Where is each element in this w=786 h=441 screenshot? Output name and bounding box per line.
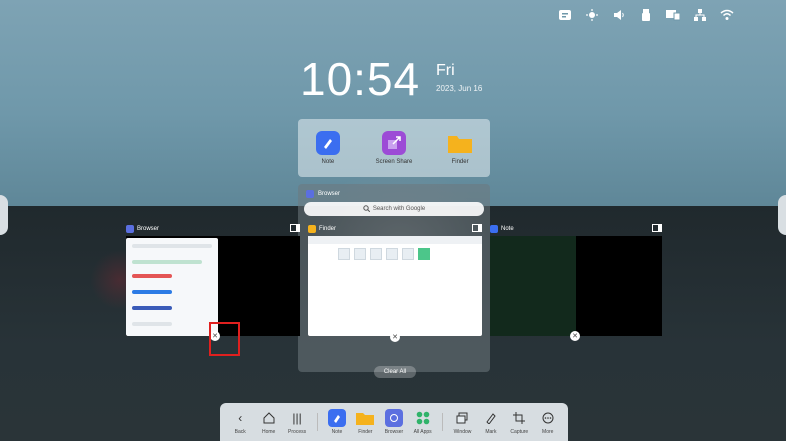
- split-screen-icon[interactable]: [472, 224, 482, 234]
- dock-label: All Apps: [413, 429, 432, 435]
- panel-title-text: Browser: [318, 191, 341, 197]
- note-thumbnail: [490, 236, 576, 336]
- close-icon: ✕: [572, 333, 578, 340]
- browser-icon: [306, 190, 314, 198]
- card-title: Browser: [137, 226, 160, 232]
- dock: ‹ Back Home ||| Process Note Finder Brow…: [220, 403, 568, 441]
- dock-capture[interactable]: Capture: [510, 409, 528, 435]
- dock-label: Mark: [485, 429, 497, 435]
- dock-separator: [316, 413, 318, 431]
- card-title: Finder: [319, 226, 337, 232]
- note-icon: [315, 131, 340, 155]
- finder-thumbnail: [308, 236, 482, 336]
- status-bar: [558, 8, 734, 22]
- dock-window[interactable]: Window: [453, 409, 471, 435]
- dock-label: Capture: [510, 429, 529, 435]
- browser-thumbnail: [126, 238, 218, 336]
- browser-panel-title: Browser: [306, 190, 340, 198]
- split-screen-icon[interactable]: [290, 224, 300, 234]
- card-header: Browser: [126, 224, 300, 234]
- dock-back[interactable]: ‹ Back: [231, 409, 249, 435]
- home-icon: [260, 409, 278, 427]
- folder-icon: [308, 225, 316, 233]
- split-screen-icon[interactable]: [652, 224, 662, 234]
- crop-icon: [510, 409, 528, 427]
- dock-more[interactable]: More: [539, 409, 557, 435]
- favorite-label: Screen Share: [375, 159, 413, 165]
- search-placeholder: Search with Google: [372, 206, 426, 212]
- close-card-button[interactable]: ✕: [390, 332, 400, 342]
- clock-time: 10:54: [300, 53, 421, 105]
- chat-icon[interactable]: [558, 8, 572, 22]
- favorites-panel: Note Screen Share Finder: [298, 119, 490, 177]
- right-edge-handle[interactable]: [778, 195, 786, 235]
- dock-separator: [442, 413, 444, 431]
- card-header: Finder: [308, 224, 482, 234]
- browser-icon: [126, 225, 134, 233]
- apps-icon: [414, 409, 432, 427]
- dock-label: Process: [288, 429, 307, 435]
- note-icon: [327, 409, 346, 427]
- clear-all-button[interactable]: Clear All: [374, 366, 416, 378]
- more-icon: [539, 409, 557, 427]
- favorite-screen-share[interactable]: Screen Share: [375, 131, 413, 165]
- card-title: Note: [501, 226, 514, 232]
- search-icon: [363, 204, 370, 214]
- dock-label: Window: [453, 429, 472, 435]
- close-card-button[interactable]: ✕: [570, 331, 580, 341]
- dock-process[interactable]: ||| Process: [288, 409, 306, 435]
- dock-label: More: [542, 429, 554, 435]
- pen-icon: [482, 409, 500, 427]
- note-icon: [490, 225, 498, 233]
- window-icon: [453, 409, 471, 427]
- usb-icon[interactable]: [639, 8, 653, 22]
- favorite-note[interactable]: Note: [315, 131, 340, 165]
- folder-icon: [448, 131, 473, 155]
- favorite-label: Note: [321, 159, 335, 165]
- left-edge-handle[interactable]: [0, 195, 8, 235]
- dock-finder[interactable]: Finder: [356, 409, 375, 435]
- screen-icon[interactable]: [666, 8, 680, 22]
- clock-date: 2023, Jun 16: [436, 84, 483, 93]
- dock-label: Browser: [384, 429, 404, 435]
- wifi-icon[interactable]: [720, 8, 734, 22]
- dock-label: Finder: [358, 429, 373, 435]
- dock-label: Home: [261, 429, 276, 435]
- dock-label: Note: [331, 429, 343, 435]
- screen-share-icon: [381, 131, 406, 155]
- back-icon: ‹: [238, 411, 243, 425]
- favorite-finder[interactable]: Finder: [448, 131, 473, 165]
- favorite-label: Finder: [451, 159, 469, 165]
- card-header: Note: [490, 224, 662, 234]
- dock-note[interactable]: Note: [327, 409, 346, 435]
- search-input[interactable]: Search with Google: [304, 202, 484, 216]
- process-icon: |||: [292, 411, 302, 425]
- highlight-box: [209, 322, 240, 356]
- dock-home[interactable]: Home: [260, 409, 278, 435]
- network-icon[interactable]: [693, 8, 707, 22]
- dock-browser[interactable]: Browser: [385, 409, 403, 435]
- folder-icon: [356, 409, 375, 427]
- dock-all-apps[interactable]: All Apps: [414, 409, 432, 435]
- volume-icon[interactable]: [612, 8, 626, 22]
- brightness-icon[interactable]: [585, 8, 599, 22]
- browser-icon: [384, 409, 403, 427]
- dock-label: Back: [234, 429, 246, 435]
- close-icon: ✕: [392, 334, 398, 341]
- clock-day: Fri: [436, 62, 455, 79]
- recent-card-browser[interactable]: Browser: [126, 224, 300, 336]
- dock-mark[interactable]: Mark: [482, 409, 500, 435]
- recent-card-note[interactable]: Note: [490, 224, 662, 336]
